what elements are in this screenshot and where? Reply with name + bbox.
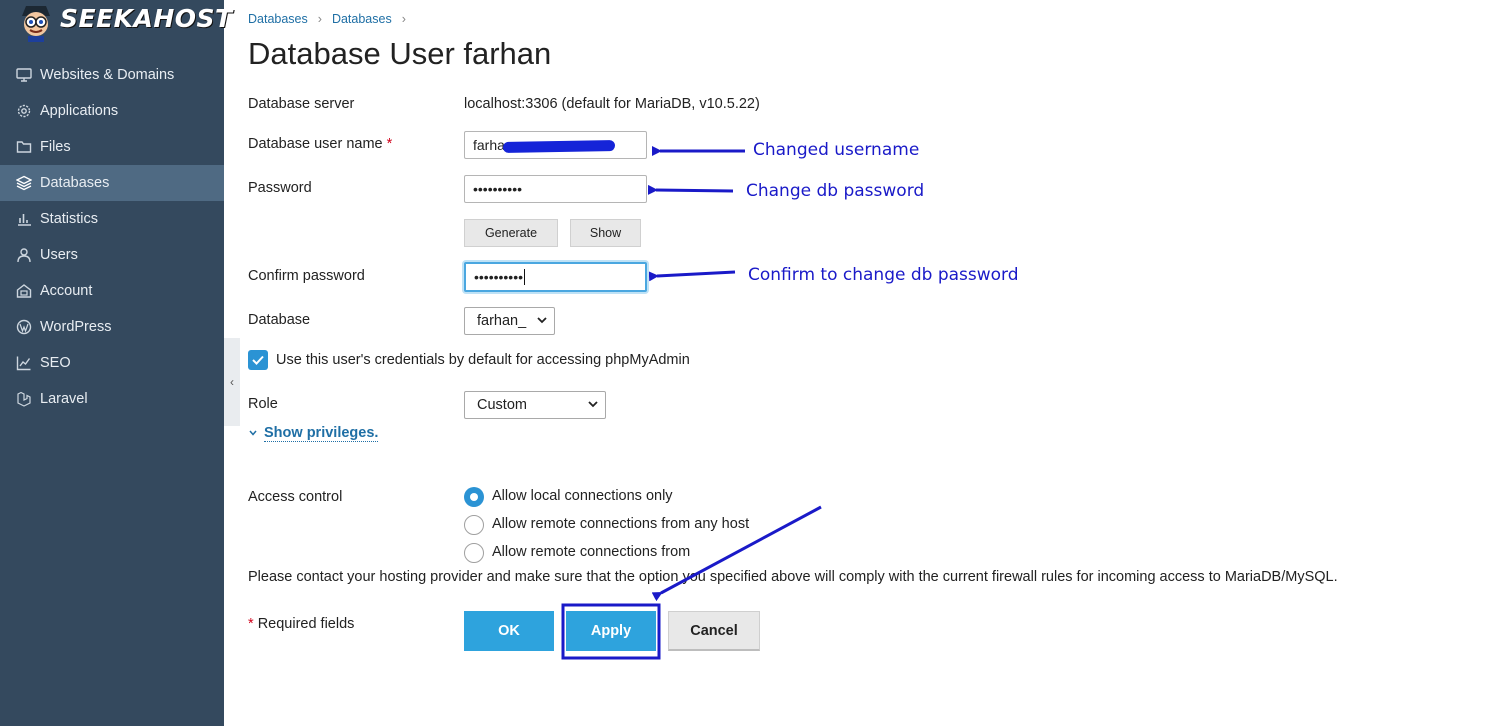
sidebar-item-users[interactable]: Users: [0, 237, 224, 273]
annotation-arrow-password: [647, 184, 734, 195]
firewall-note: Please contact your hosting provider and…: [248, 569, 1338, 585]
breadcrumb-link-databases-2[interactable]: Databases: [332, 12, 392, 26]
check-icon: [252, 355, 264, 365]
username-label-text: Database user name: [248, 136, 383, 152]
phpmyadmin-checkbox-label[interactable]: Use this user's credentials by default f…: [276, 352, 690, 368]
required-marker: *: [248, 616, 254, 632]
annotation-changed-username: Changed username: [753, 140, 920, 160]
sidebar-collapse-toggle[interactable]: ‹: [224, 338, 240, 426]
account-icon: [16, 283, 32, 299]
folder-icon: [16, 139, 32, 155]
chevron-left-icon: ‹: [230, 375, 234, 389]
sidebar-item-wordpress[interactable]: WordPress: [0, 309, 224, 345]
show-button[interactable]: Show: [570, 219, 641, 247]
text-cursor: [524, 269, 526, 285]
laravel-icon: [16, 391, 32, 407]
database-label: Database: [248, 312, 311, 328]
sidebar-item-label: Files: [40, 139, 71, 155]
sidebar-item-websites-domains[interactable]: Websites & Domains: [0, 57, 224, 93]
sidebar-item-label: SEO: [40, 355, 71, 371]
sidebar-item-databases[interactable]: Databases: [0, 165, 224, 201]
ok-button[interactable]: OK: [464, 611, 554, 651]
annotation-change-password: Change db password: [746, 181, 925, 201]
wordpress-icon: [16, 319, 32, 335]
database-select[interactable]: farhan_: [464, 307, 555, 335]
sidebar-item-seo[interactable]: SEO: [0, 345, 224, 381]
sidebar-item-files[interactable]: Files: [0, 129, 224, 165]
page-title: Database User farhan: [248, 36, 552, 71]
sidebar-nav: Websites & Domains Applications Files Da…: [0, 57, 224, 417]
radio-local-only-label[interactable]: Allow local connections only: [492, 488, 673, 504]
gear-icon: [16, 103, 32, 119]
sidebar-item-label: Statistics: [40, 211, 99, 227]
apply-button[interactable]: Apply: [566, 611, 656, 651]
username-input[interactable]: farha: [464, 131, 647, 159]
username-label: Database user name *: [248, 136, 392, 152]
cancel-button[interactable]: Cancel: [668, 611, 760, 651]
db-server-value: localhost:3306 (default for MariaDB, v10…: [464, 96, 760, 112]
password-input[interactable]: ••••••••••: [464, 175, 647, 203]
required-marker: *: [386, 136, 393, 152]
chevron-right-icon: ›: [317, 12, 322, 26]
monitor-icon: [16, 67, 32, 83]
bar-chart-icon: [16, 211, 32, 227]
sidebar-item-laravel[interactable]: Laravel: [0, 381, 224, 417]
role-label: Role: [248, 396, 278, 412]
sidebar-item-label: Users: [40, 247, 78, 263]
chevron-down-icon: [249, 430, 257, 436]
required-fields-text: Required fields: [257, 616, 355, 632]
mascot-icon: [16, 2, 56, 42]
logo-text: SEEKAHOST: [60, 3, 233, 33]
chevron-right-icon: ›: [401, 12, 406, 26]
user-icon: [16, 247, 32, 263]
password-input-value: ••••••••••: [473, 181, 523, 197]
database-select-value: farhan_: [477, 313, 527, 329]
seo-chart-icon: [16, 355, 32, 371]
sidebar-item-label: WordPress: [40, 319, 112, 335]
access-control-label: Access control: [248, 489, 343, 505]
sidebar-item-account[interactable]: Account: [0, 273, 224, 309]
sidebar-item-label: Applications: [40, 103, 119, 119]
show-privileges-link[interactable]: Show privileges.: [264, 425, 379, 442]
annotation-arrow-confirm: [648, 270, 736, 282]
sidebar-item-label: Websites & Domains: [40, 67, 175, 83]
required-fields-note: * Required fields: [248, 616, 354, 632]
confirm-password-label: Confirm password: [248, 268, 365, 284]
sidebar-item-applications[interactable]: Applications: [0, 93, 224, 129]
confirm-password-value: ••••••••••: [474, 269, 524, 285]
annotation-confirm-password: Confirm to change db password: [748, 265, 1019, 285]
brand-logo[interactable]: SEEKAHOST: [16, 0, 233, 44]
sidebar-item-label: Databases: [40, 175, 110, 191]
username-input-value: farha: [473, 137, 505, 153]
radio-remote-from[interactable]: [464, 543, 484, 563]
db-server-label: Database server: [248, 96, 355, 112]
redaction-scribble: [502, 140, 616, 153]
confirm-password-input[interactable]: ••••••••••: [464, 262, 647, 292]
sidebar: SEEKAHOST Websites & Domains Application…: [0, 0, 232, 726]
sidebar-item-statistics[interactable]: Statistics: [0, 201, 224, 237]
phpmyadmin-checkbox[interactable]: [248, 350, 268, 370]
radio-local-only[interactable]: [464, 487, 484, 507]
sidebar-item-label: Account: [40, 283, 93, 299]
generate-button[interactable]: Generate: [464, 219, 558, 247]
chevron-down-icon: [588, 401, 598, 408]
breadcrumb-link-databases[interactable]: Databases: [248, 12, 308, 26]
role-select[interactable]: Custom: [464, 391, 606, 419]
role-select-value: Custom: [477, 397, 527, 413]
radio-remote-any-host[interactable]: [464, 515, 484, 535]
radio-remote-any-host-label[interactable]: Allow remote connections from any host: [492, 516, 749, 532]
sidebar-item-label: Laravel: [40, 391, 88, 407]
chevron-down-icon: [537, 317, 547, 324]
radio-remote-from-label[interactable]: Allow remote connections from: [492, 544, 690, 560]
password-label: Password: [248, 180, 312, 196]
breadcrumb: Databases › Databases ›: [248, 12, 410, 26]
layers-icon: [16, 175, 32, 191]
